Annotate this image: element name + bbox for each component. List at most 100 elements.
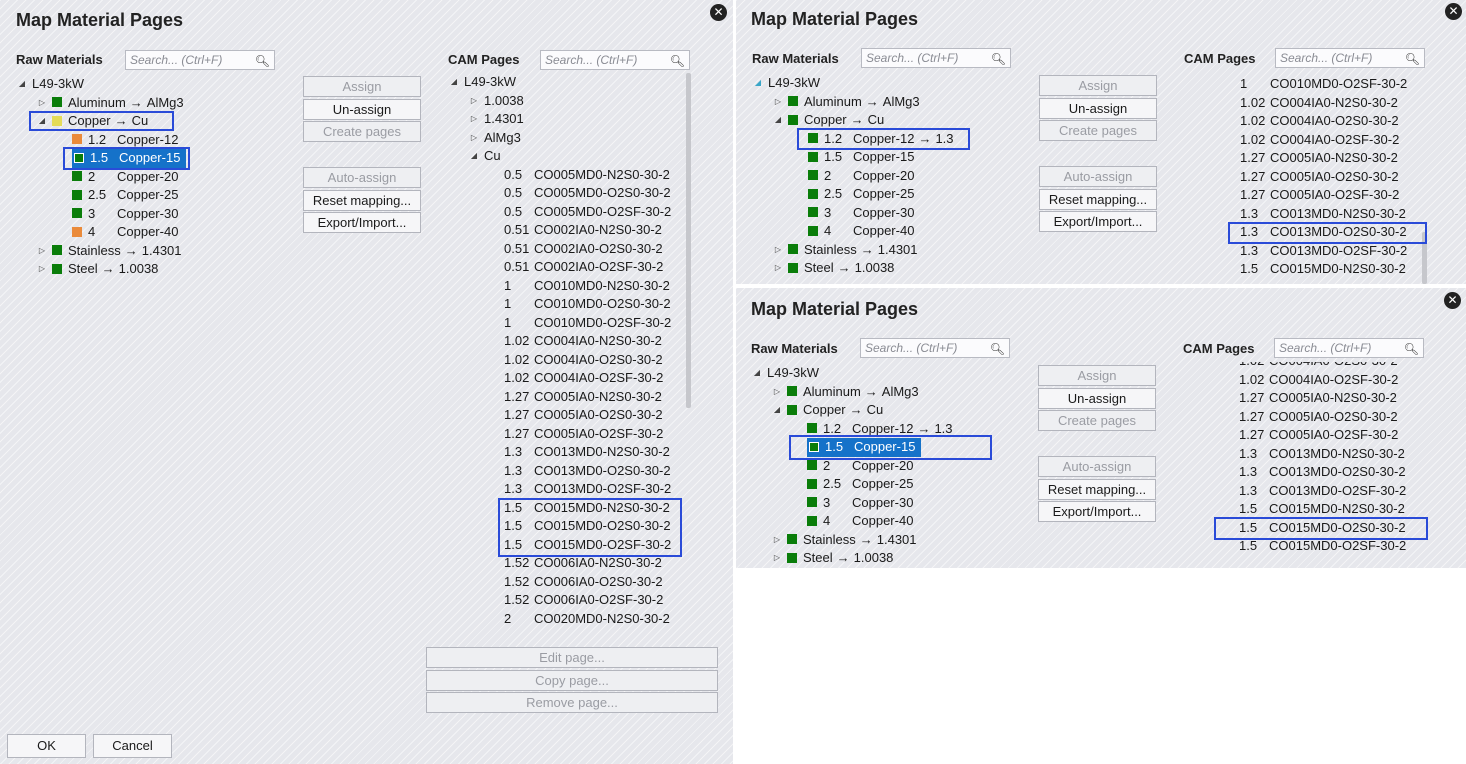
collapse-arrow-icon[interactable]: ▷: [772, 259, 784, 278]
create-pages-button[interactable]: Create pages: [1038, 410, 1156, 431]
tree-row[interactable]: ▷ Aluminum → AlMg3: [16, 94, 276, 113]
cam-search-input[interactable]: Search... (Ctrl+F) 🔍︎: [540, 50, 690, 70]
tree-row[interactable]: 1.5 CO015MD0-O2S0-30-2: [448, 517, 684, 536]
unassign-button[interactable]: Un-assign: [1039, 98, 1157, 119]
cancel-button[interactable]: Cancel: [93, 734, 172, 758]
tree-row[interactable]: ◢ Copper → Cu: [16, 112, 276, 131]
expand-arrow-icon[interactable]: ◢: [468, 147, 480, 166]
cam-scrollbar[interactable]: [1422, 232, 1427, 284]
tree-row[interactable]: 1.3 CO013MD0-O2SF-30-2: [448, 480, 684, 499]
tree-row[interactable]: 1.5 CO015MD0-N2S0-30-2: [448, 499, 684, 518]
expand-arrow-icon[interactable]: ◢: [771, 401, 783, 420]
raw-search-input[interactable]: Search... (Ctrl+F) 🔍︎: [125, 50, 275, 70]
cam-scrollbar[interactable]: [686, 73, 691, 408]
tree-row[interactable]: ◢ L49-3kW: [751, 364, 1021, 383]
tree-row[interactable]: 1.5 CO015MD0-O2SF-30-2: [448, 536, 684, 555]
tree-row[interactable]: ▷ Steel → 1.0038: [752, 259, 1022, 278]
assign-button[interactable]: Assign: [303, 76, 421, 97]
tree-row[interactable]: ▷ Steel → 1.0038: [16, 260, 276, 279]
cam-page-row[interactable]: 1.27 CO005IA0-N2S0-30-2: [1239, 389, 1419, 408]
export-import-button[interactable]: Export/Import...: [303, 212, 421, 233]
tree-row[interactable]: ◢ L49-3kW: [16, 75, 276, 94]
auto-assign-button[interactable]: Auto-assign: [303, 167, 421, 188]
collapse-arrow-icon[interactable]: ▷: [36, 94, 48, 113]
tree-row[interactable]: 1.52 CO006IA0-N2S0-30-2: [448, 554, 684, 573]
tree-row[interactable]: 0.51 CO002IA0-O2SF-30-2: [448, 258, 684, 277]
tree-row[interactable]: 4 Copper-40: [751, 512, 1021, 531]
tree-row[interactable]: ◢ Copper → Cu: [751, 401, 1021, 420]
tree-row[interactable]: 1.5 Copper-15: [16, 149, 276, 168]
collapse-arrow-icon[interactable]: ▷: [36, 242, 48, 261]
cam-page-row[interactable]: 1.02 CO004IA0-O2SF-30-2: [1239, 371, 1419, 390]
assign-button[interactable]: Assign: [1039, 75, 1157, 96]
cam-page-row[interactable]: 1.3 CO013MD0-N2S0-30-2: [1240, 205, 1420, 224]
search-icon[interactable]: 🔍︎: [255, 52, 270, 69]
tree-row[interactable]: 1.52 CO006IA0-O2SF-30-2: [448, 591, 684, 610]
tree-row[interactable]: 1 CO010MD0-N2S0-30-2: [448, 277, 684, 296]
tree-row[interactable]: 1.27 CO005IA0-N2S0-30-2: [448, 388, 684, 407]
cam-page-row[interactable]: 1.27 CO005IA0-O2S0-30-2: [1239, 408, 1419, 427]
cam-page-row[interactable]: 1.27 CO005IA0-N2S0-30-2: [1240, 149, 1420, 168]
tree-row[interactable]: 2.5 Copper-25: [752, 185, 1022, 204]
create-pages-button[interactable]: Create pages: [1039, 120, 1157, 141]
cam-page-row[interactable]: 1.3 CO013MD0-O2S0-30-2: [1240, 223, 1420, 242]
collapse-arrow-icon[interactable]: ▷: [468, 110, 480, 129]
expand-arrow-icon[interactable]: ◢: [36, 112, 48, 131]
reset-mapping-button[interactable]: Reset mapping...: [303, 190, 421, 211]
tree-row[interactable]: ▷ Stainless → 1.4301: [16, 242, 276, 261]
tree-row[interactable]: 1.27 CO005IA0-O2S0-30-2: [448, 406, 684, 425]
cam-page-row[interactable]: 1.27 CO005IA0-O2SF-30-2: [1239, 426, 1419, 445]
tree-row[interactable]: ▷ Stainless → 1.4301: [751, 531, 1021, 550]
tree-row[interactable]: 1.5 Copper-15: [752, 148, 1022, 167]
tree-row[interactable]: ▷ 1.0038: [448, 92, 684, 111]
tree-row[interactable]: 3 Copper-30: [16, 205, 276, 224]
expand-arrow-icon[interactable]: ◢: [751, 364, 763, 383]
edit-page-button[interactable]: Edit page...: [426, 647, 718, 668]
tree-row[interactable]: 1.5 Copper-15: [751, 438, 1021, 457]
collapse-arrow-icon[interactable]: ▷: [771, 531, 783, 550]
tree-row[interactable]: 3 Copper-30: [752, 204, 1022, 223]
tree-row[interactable]: 4 Copper-40: [16, 223, 276, 242]
close-icon[interactable]: ✕: [710, 4, 727, 21]
assign-button[interactable]: Assign: [1038, 365, 1156, 386]
cam-search-input[interactable]: Search... (Ctrl+F) 🔍︎: [1275, 48, 1425, 68]
close-icon[interactable]: ✕: [1444, 292, 1461, 309]
cam-page-row[interactable]: 1.3 CO013MD0-O2S0-30-2: [1239, 463, 1419, 482]
raw-search-input[interactable]: Search... (Ctrl+F) 🔍︎: [860, 338, 1010, 358]
cam-page-row[interactable]: 1.3 CO013MD0-O2SF-30-2: [1239, 482, 1419, 501]
tree-row[interactable]: 1.02 CO004IA0-N2S0-30-2: [448, 332, 684, 351]
auto-assign-button[interactable]: Auto-assign: [1038, 456, 1156, 477]
cam-page-row[interactable]: 1.27 CO005IA0-O2SF-30-2: [1240, 186, 1420, 205]
collapse-arrow-icon[interactable]: ▷: [772, 241, 784, 260]
search-icon[interactable]: 🔍︎: [990, 340, 1005, 357]
ok-button[interactable]: OK: [7, 734, 86, 758]
tree-row[interactable]: 0.5 CO005MD0-O2S0-30-2: [448, 184, 684, 203]
tree-row[interactable]: 0.5 CO005MD0-O2SF-30-2: [448, 203, 684, 222]
tree-row[interactable]: 2.5 Copper-25: [751, 475, 1021, 494]
collapse-arrow-icon[interactable]: ▷: [771, 549, 783, 568]
tree-row[interactable]: 2.5 Copper-25: [16, 186, 276, 205]
tree-row[interactable]: 1 CO010MD0-O2S0-30-2: [448, 295, 684, 314]
cam-page-row[interactable]: 1.5 CO015MD0-N2S0-30-2: [1240, 260, 1420, 279]
cam-page-row[interactable]: 1.3 CO013MD0-O2SF-30-2: [1240, 242, 1420, 261]
raw-search-input[interactable]: Search... (Ctrl+F) 🔍︎: [861, 48, 1011, 68]
cam-page-row[interactable]: 1.27 CO005IA0-O2S0-30-2: [1240, 168, 1420, 187]
tree-row[interactable]: 2 Copper-20: [751, 457, 1021, 476]
tree-row[interactable]: 1.02 CO004IA0-O2SF-30-2: [448, 369, 684, 388]
tree-row[interactable]: 1.2 Copper-12 → 1.3: [751, 420, 1021, 439]
tree-row[interactable]: 0.51 CO002IA0-N2S0-30-2: [448, 221, 684, 240]
auto-assign-button[interactable]: Auto-assign: [1039, 166, 1157, 187]
tree-row[interactable]: 0.51 CO002IA0-O2S0-30-2: [448, 240, 684, 259]
unassign-button[interactable]: Un-assign: [303, 99, 421, 120]
cam-page-row[interactable]: 1 CO010MD0-O2SF-30-2: [1240, 75, 1420, 94]
collapse-arrow-icon[interactable]: ▷: [36, 260, 48, 279]
cam-page-row[interactable]: 1.5 CO015MD0-O2S0-30-2: [1239, 519, 1419, 538]
cam-page-row[interactable]: 1.02 CO004IA0-O2SF-30-2: [1240, 131, 1420, 150]
search-icon[interactable]: 🔍︎: [1405, 50, 1420, 67]
copy-page-button[interactable]: Copy page...: [426, 670, 718, 691]
cam-page-row[interactable]: 1.02 CO004IA0-O2S0-30-2: [1240, 112, 1420, 131]
tree-row[interactable]: 1.27 CO005IA0-O2SF-30-2: [448, 425, 684, 444]
expand-arrow-icon[interactable]: ◢: [772, 111, 784, 130]
cam-page-row[interactable]: 1.5 CO015MD0-O2SF-30-2: [1239, 537, 1419, 556]
tree-row[interactable]: 0.5 CO005MD0-N2S0-30-2: [448, 166, 684, 185]
